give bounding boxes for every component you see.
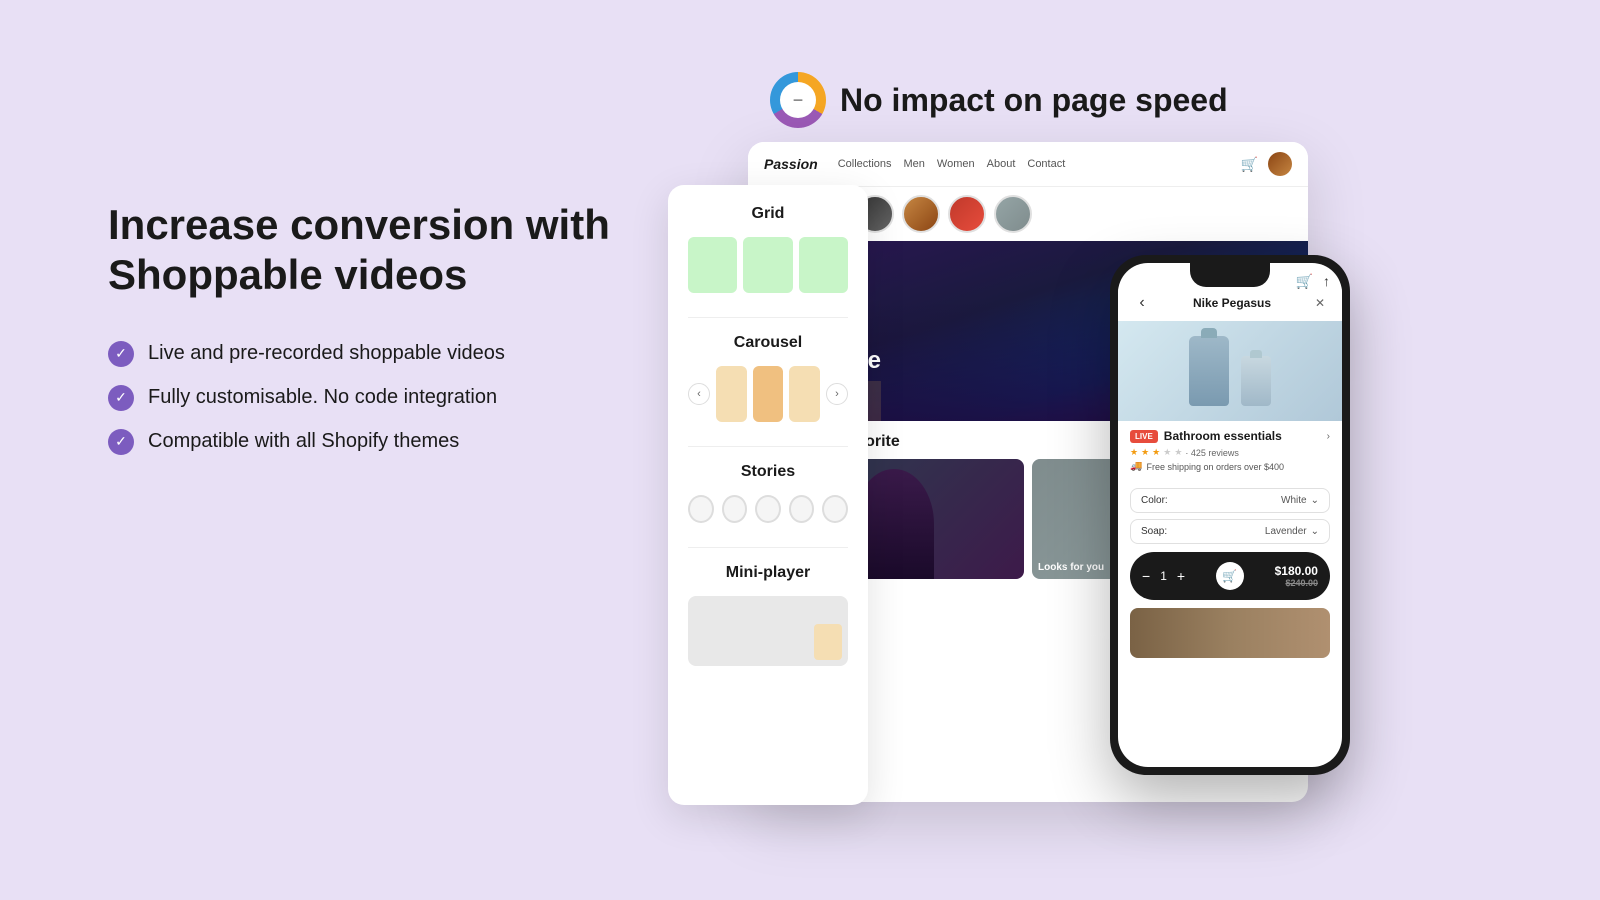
speed-badge: − No impact on page speed <box>770 72 1228 128</box>
mini-player-preview <box>688 596 848 666</box>
phone-product-info: LIVE Bathroom essentials › ★ ★ ★ ★ ★ · 4… <box>1118 421 1342 488</box>
add-to-cart-bar[interactable]: − 1 + 🛒 $180.00 $240.00 <box>1130 552 1330 600</box>
product-bottle-main <box>1189 336 1229 406</box>
color-option[interactable]: Color: White ⌄ <box>1130 488 1330 513</box>
product-badge-row: LIVE Bathroom essentials › <box>1130 429 1330 443</box>
story-bubble-4[interactable] <box>902 195 940 233</box>
star-2: ★ <box>1141 447 1149 458</box>
mini-player-thumb <box>814 624 842 660</box>
phone-notch <box>1190 263 1270 287</box>
feature-item-2: ✓ Fully customisable. No code integratio… <box>108 385 628 411</box>
star-1: ★ <box>1130 447 1138 458</box>
bottom-image-strip <box>1130 608 1330 658</box>
nav-women[interactable]: Women <box>937 158 975 170</box>
phone-screen: 🛒 ↑ ‹ Nike Pegasus ✕ LIVE Bathroom essen… <box>1118 263 1342 767</box>
main-heading: Increase conversion with Shoppable video… <box>108 200 628 301</box>
carousel-cell-1 <box>716 366 747 422</box>
story-dot-1[interactable] <box>688 495 714 523</box>
star-4: ★ <box>1163 447 1171 458</box>
feature-item-3: ✓ Compatible with all Shopify themes <box>108 429 628 455</box>
brand-name: Passion <box>764 156 818 172</box>
story-dot-3[interactable] <box>755 495 781 523</box>
stories-title: Stories <box>688 463 848 481</box>
divider-2 <box>688 446 848 447</box>
nav-icons: 🛒 <box>1241 152 1292 176</box>
browser-nav: Passion Collections Men Women About Cont… <box>748 142 1308 187</box>
product-name: Bathroom essentials <box>1164 429 1282 443</box>
cart-icon-button[interactable]: 🛒 <box>1216 562 1244 590</box>
speed-icon: − <box>770 72 826 128</box>
stories-section: Stories <box>688 463 848 523</box>
product-stars: ★ ★ ★ ★ ★ · 425 reviews <box>1130 447 1330 458</box>
nav-about[interactable]: About <box>987 158 1016 170</box>
check-icon-2: ✓ <box>108 385 134 411</box>
carousel-cell-2 <box>753 366 784 422</box>
carousel-cell-3 <box>789 366 820 422</box>
cart-price: $180.00 $240.00 <box>1275 564 1318 588</box>
divider-3 <box>688 547 848 548</box>
qty-plus[interactable]: + <box>1177 568 1185 584</box>
carousel-next[interactable]: › <box>826 383 848 405</box>
story-bubble-5[interactable] <box>948 195 986 233</box>
soap-chevron: ⌄ <box>1311 526 1319 537</box>
phone-close-button[interactable]: ✕ <box>1310 293 1330 313</box>
divider-1 <box>688 317 848 318</box>
phone-share-icon[interactable]: ↑ <box>1323 273 1330 290</box>
nav-collections[interactable]: Collections <box>838 158 892 170</box>
qty-minus[interactable]: − <box>1142 568 1150 584</box>
grid-cell-2 <box>743 237 792 293</box>
star-5: ★ <box>1174 447 1182 458</box>
nav-contact[interactable]: Contact <box>1027 158 1065 170</box>
grid-cell-1 <box>688 237 737 293</box>
nav-links: Collections Men Women About Contact <box>838 158 1066 170</box>
video-label-2: Looks for you <box>1038 562 1104 573</box>
nav-men[interactable]: Men <box>904 158 925 170</box>
phone-back-button[interactable]: ‹ <box>1130 291 1154 315</box>
truck-icon: 🚚 <box>1130 461 1142 472</box>
carousel-prev[interactable]: ‹ <box>688 383 710 405</box>
color-chevron: ⌄ <box>1311 495 1319 506</box>
product-arrow[interactable]: › <box>1327 431 1330 442</box>
soap-option[interactable]: Soap: Lavender ⌄ <box>1130 519 1330 544</box>
carousel-title: Carousel <box>688 334 848 352</box>
user-avatar[interactable] <box>1268 152 1292 176</box>
carousel-preview: ‹ › <box>688 366 848 422</box>
cart-controls: − 1 + <box>1142 568 1185 584</box>
speed-badge-text: No impact on page speed <box>840 82 1228 119</box>
widget-panel: Grid Carousel ‹ › Stories Mini-player <box>668 185 868 805</box>
stories-preview <box>688 495 848 523</box>
phone-mockup: 🛒 ↑ ‹ Nike Pegasus ✕ LIVE Bathroom essen… <box>1110 255 1350 775</box>
grid-title: Grid <box>688 205 848 223</box>
story-dot-2[interactable] <box>722 495 748 523</box>
mini-player-title: Mini-player <box>688 564 848 582</box>
mini-player-section: Mini-player <box>688 564 848 666</box>
cart-icon[interactable]: 🛒 <box>1241 156 1258 173</box>
check-icon-1: ✓ <box>108 341 134 367</box>
product-live-badge: LIVE <box>1130 430 1158 443</box>
star-3: ★ <box>1152 447 1160 458</box>
phone-product-title: Nike Pegasus <box>1193 296 1271 310</box>
story-dot-4[interactable] <box>789 495 815 523</box>
feature-list: ✓ Live and pre-recorded shoppable videos… <box>108 341 628 455</box>
phone-header: ‹ Nike Pegasus ✕ <box>1118 287 1342 321</box>
left-content: Increase conversion with Shoppable video… <box>108 200 628 455</box>
grid-preview <box>688 237 848 293</box>
shipping-info: 🚚 Free shipping on orders over $400 <box>1130 461 1330 472</box>
phone-product-image <box>1118 321 1342 421</box>
qty-number: 1 <box>1160 569 1167 583</box>
story-dot-5[interactable] <box>822 495 848 523</box>
grid-cell-3 <box>799 237 848 293</box>
check-icon-3: ✓ <box>108 429 134 455</box>
story-bubble-6[interactable] <box>994 195 1032 233</box>
phone-cart-icon[interactable]: 🛒 <box>1296 273 1313 290</box>
grid-section: Grid <box>688 205 848 293</box>
color-select[interactable]: White ⌄ <box>1281 495 1319 506</box>
speed-icon-inner: − <box>780 82 816 118</box>
product-options: Color: White ⌄ Soap: Lavender ⌄ <box>1118 488 1342 544</box>
carousel-section: Carousel ‹ › <box>688 334 848 422</box>
review-count: · 425 reviews <box>1185 448 1239 458</box>
soap-select[interactable]: Lavender ⌄ <box>1265 526 1319 537</box>
feature-item-1: ✓ Live and pre-recorded shoppable videos <box>108 341 628 367</box>
